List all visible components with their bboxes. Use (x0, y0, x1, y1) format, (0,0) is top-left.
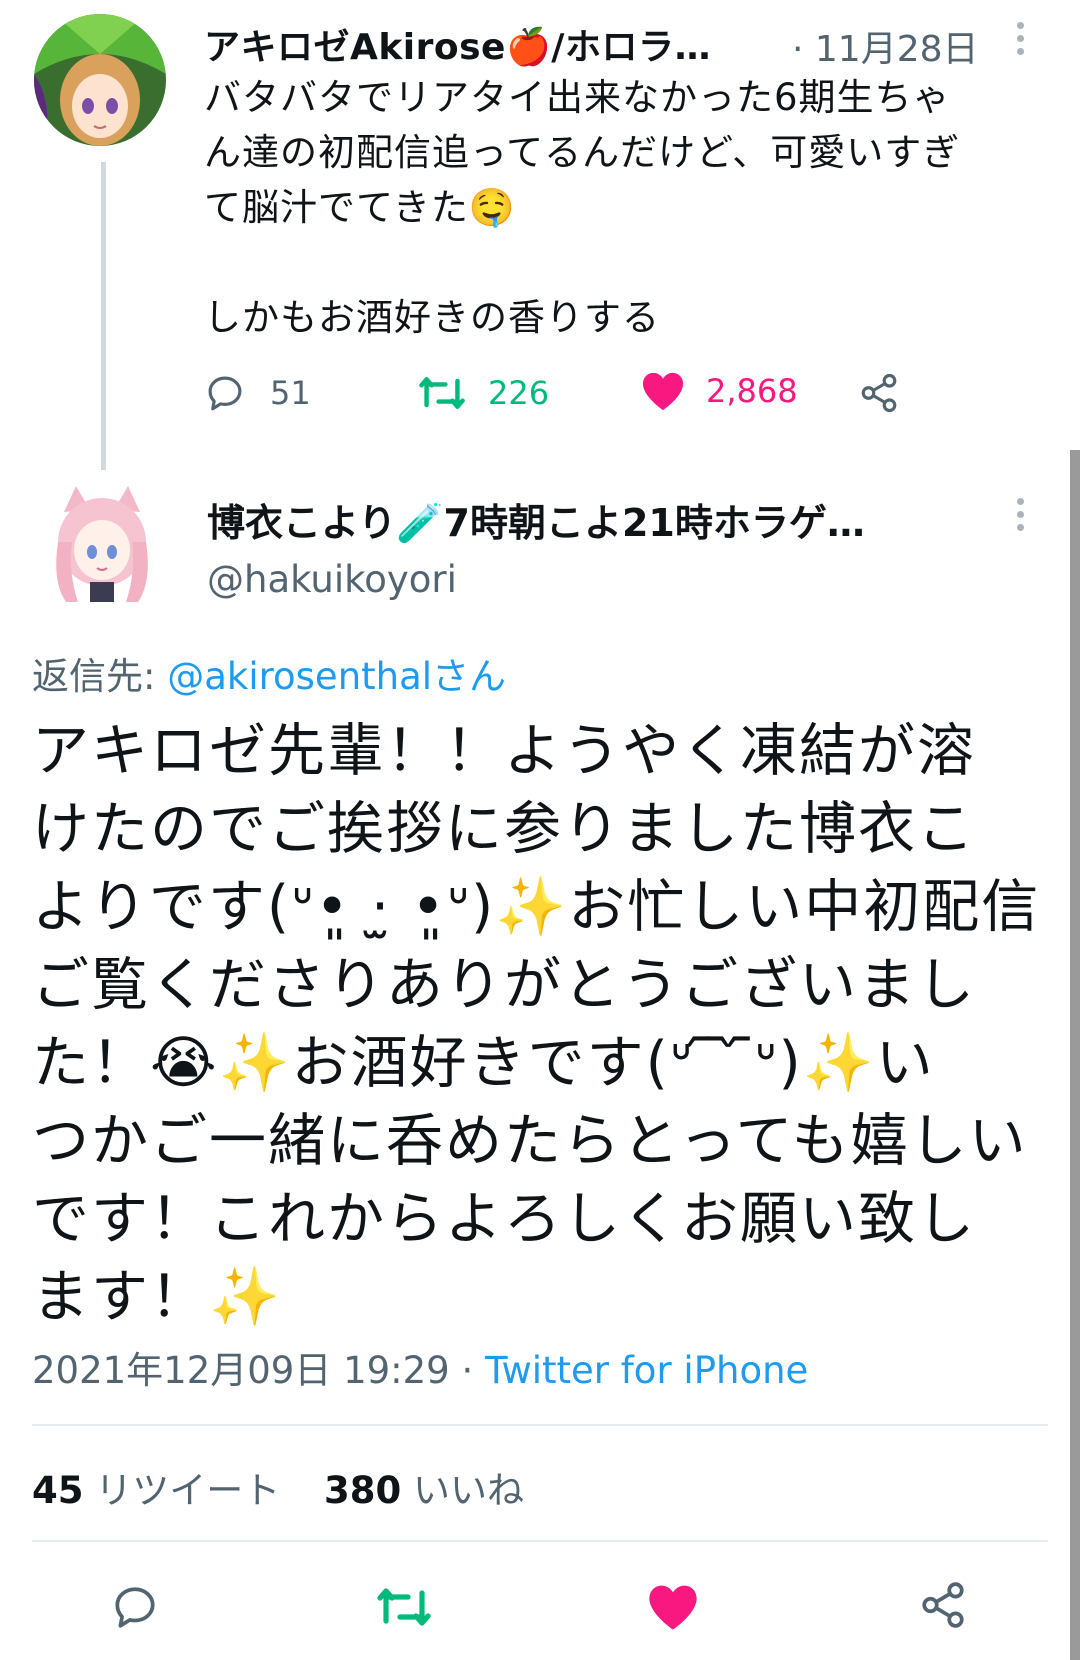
like-button[interactable] (646, 1582, 700, 1636)
likes-stat[interactable]: 380 いいね (324, 1469, 524, 1512)
like-icon (642, 372, 684, 411)
retweet-button[interactable] (376, 1582, 432, 1636)
like-action[interactable]: 2,868 (640, 370, 798, 412)
tweet-line: ん達の初配信追ってるんだけど、可愛いすぎ (204, 131, 961, 174)
hakuikoyori-display-name[interactable]: 博衣こより🧪7時朝こよ21時ホラゲ… (207, 492, 865, 547)
retweets-count: 45 (32, 1469, 84, 1512)
tweet-line: しかもお酒好きの香りする (204, 296, 660, 339)
reply-mention-link[interactable]: @akirosenthalさん (167, 655, 506, 698)
retweet-icon (419, 377, 465, 409)
reply-prefix: 返信先: (32, 655, 168, 698)
thread-tweet-text: バタバタでリアタイ出来なかった6期生ちゃ ん達の初配信追ってるんだけど、可愛いす… (204, 70, 1044, 345)
divider (32, 1540, 1048, 1542)
like-icon (649, 1585, 697, 1630)
reply-icon (208, 376, 242, 411)
retweets-stat[interactable]: 45 リツイート (32, 1469, 280, 1512)
thread-connector-line (101, 162, 106, 470)
retweets-label: リツイート (95, 1469, 281, 1512)
scrollbar[interactable] (1070, 450, 1080, 1660)
reply-icon (115, 1587, 155, 1628)
tweet-timestamp[interactable]: 2021年12月09日 19:29 (32, 1349, 450, 1392)
tweet-line: けたのでご挨拶に参りました博衣こ (32, 796, 976, 862)
likes-count: 380 (324, 1469, 402, 1512)
tweet-line: た！😭✨お酒好きです(ᐡ ᷇ ᷆ ᷇ᐡ)✨い (32, 1030, 935, 1096)
akirose-display-name[interactable]: アキロゼAkirose🍎/ホロラ… (204, 18, 711, 70)
tweet-line (204, 235, 1044, 290)
tweet-stats: 45 リツイート 380 いいね (32, 1460, 524, 1514)
hakuikoyori-avatar[interactable] (42, 482, 162, 602)
akirose-avatar[interactable] (34, 14, 166, 146)
hakuikoyori-handle[interactable]: @hakuikoyori (207, 558, 457, 601)
tweet-line: ご覧くださりありがとうございまし (32, 952, 976, 1018)
tweet-line: よりです(ᐡ•͈ ·̫ •͈ᐡ)✨お忙しい中初配信 (32, 874, 1041, 940)
more-icon[interactable] (1015, 494, 1025, 534)
tweet-date[interactable]: · 11月28日 (792, 20, 979, 72)
tweet-meta: 2021年12月09日 19:29 · Twitter for iPhone (32, 1340, 808, 1394)
tweet-line: バタバタでリアタイ出来なかった6期生ちゃ (204, 76, 951, 119)
meta-separator: · (449, 1349, 486, 1392)
tweet-line: ます！✨ (32, 1264, 282, 1330)
tweet-line: て脳汁でてきた🤤 (204, 186, 516, 229)
replying-to: 返信先: @akirosenthalさん (32, 646, 506, 700)
reply-action[interactable]: 51 (204, 372, 311, 414)
retweet-icon (377, 1588, 431, 1626)
reply-tweet-text: アキロゼ先輩！！ようやく凍結が溶 けたのでご挨拶に参りました博衣こ よりです(ᐡ… (32, 712, 1062, 1336)
likes-label: いいね (413, 1469, 525, 1512)
tweet-source-link[interactable]: Twitter for iPhone (485, 1349, 808, 1392)
share-icon (922, 1582, 964, 1628)
divider (32, 1424, 1048, 1426)
tweet-line: です！これからよろしくお願い致し (32, 1186, 976, 1252)
like-count: 2,868 (706, 372, 798, 410)
share-button[interactable] (918, 1580, 968, 1634)
tweet-line: つかご一緒に呑めたらとっても嬉しい (32, 1108, 1028, 1174)
more-icon[interactable] (1015, 18, 1025, 58)
reply-button[interactable] (110, 1582, 160, 1636)
retweet-action[interactable]: 226 (418, 372, 549, 414)
retweet-count: 226 (488, 374, 550, 412)
tweet-line: アキロゼ先輩！！ようやく凍結が溶 (32, 718, 976, 784)
share-icon[interactable] (858, 372, 900, 418)
reply-count: 51 (270, 374, 311, 412)
